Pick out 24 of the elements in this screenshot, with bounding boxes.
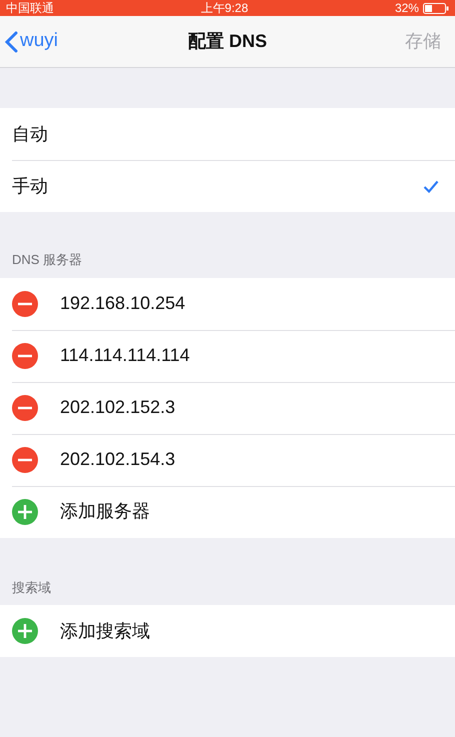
remove-icon[interactable] bbox=[12, 446, 38, 472]
add-label[interactable]: 添加服务器 bbox=[60, 498, 150, 525]
add-label[interactable]: 添加搜索域 bbox=[60, 618, 150, 644]
carrier: 中国联通 bbox=[6, 0, 54, 16]
remove-icon[interactable] bbox=[12, 290, 38, 316]
remove-icon[interactable] bbox=[12, 394, 38, 420]
battery-icon bbox=[422, 2, 449, 14]
battery-percent: 32% bbox=[394, 0, 419, 16]
mode-option[interactable]: 手动 bbox=[0, 160, 455, 212]
server-address: 202.102.154.3 bbox=[60, 448, 176, 471]
server-address: 114.114.114.114 bbox=[60, 344, 190, 367]
server-address: 192.168.10.254 bbox=[60, 292, 186, 315]
remove-icon[interactable] bbox=[12, 342, 38, 368]
server-address: 202.102.152.3 bbox=[60, 396, 176, 419]
add-icon[interactable] bbox=[12, 498, 38, 524]
back-button[interactable]: wuyi bbox=[0, 27, 58, 56]
section-header: DNS 服务器 bbox=[11, 251, 84, 269]
time: 上午9:28 bbox=[200, 0, 248, 16]
page-title: 配置 DNS bbox=[188, 30, 267, 53]
back-icon bbox=[4, 30, 18, 52]
section-header: 搜索域 bbox=[11, 578, 52, 596]
mode-option[interactable]: 自动 bbox=[0, 108, 455, 160]
add-icon[interactable] bbox=[12, 618, 38, 644]
checkmark-icon bbox=[423, 180, 439, 192]
